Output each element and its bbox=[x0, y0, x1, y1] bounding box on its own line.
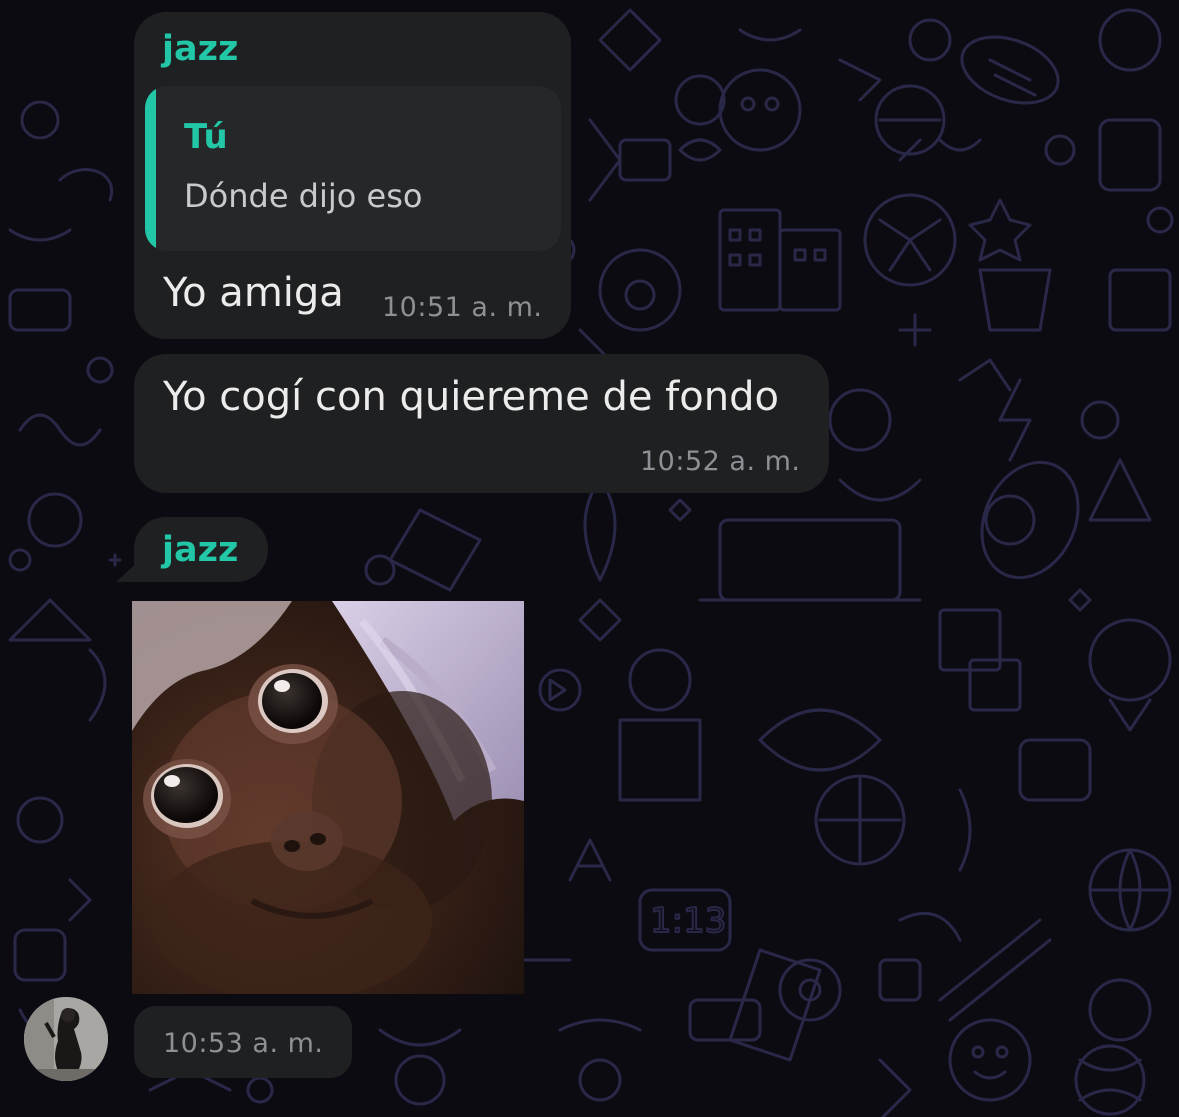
quote-author: Tú bbox=[184, 117, 228, 157]
sender-label-bubble[interactable]: jazz bbox=[134, 517, 268, 582]
avatar-photo bbox=[24, 997, 108, 1081]
quote-accent-bar bbox=[145, 86, 156, 251]
message-text: Yo amiga bbox=[163, 270, 344, 316]
monkey-photo bbox=[132, 601, 524, 994]
message-text: Yo cogí con quiereme de fondo bbox=[163, 374, 779, 420]
message-bubble[interactable]: Yo cogí con quiereme de fondo 10:52 a. m… bbox=[134, 354, 829, 493]
quote-text: Dónde dijo eso bbox=[184, 177, 423, 215]
message-bubble-reply[interactable]: jazz Tú Dónde dijo eso Yo amiga 10:51 a.… bbox=[134, 12, 571, 339]
chat-view[interactable]: 1:13 jazz Tú Dónde dijo eso Yo amiga 10:… bbox=[0, 0, 1179, 1117]
message-time: 10:51 a. m. bbox=[382, 292, 543, 323]
sender-avatar[interactable] bbox=[24, 997, 108, 1081]
message-time: 10:53 a. m. bbox=[163, 1028, 324, 1059]
message-bubble-image-time[interactable]: 10:53 a. m. bbox=[134, 1006, 352, 1078]
message-time: 10:52 a. m. bbox=[640, 446, 801, 477]
image-message[interactable] bbox=[132, 601, 524, 994]
sender-name[interactable]: jazz bbox=[162, 530, 238, 570]
quoted-message[interactable]: Tú Dónde dijo eso bbox=[145, 86, 561, 251]
sender-name[interactable]: jazz bbox=[162, 29, 238, 69]
svg-text:1:13: 1:13 bbox=[650, 901, 726, 941]
